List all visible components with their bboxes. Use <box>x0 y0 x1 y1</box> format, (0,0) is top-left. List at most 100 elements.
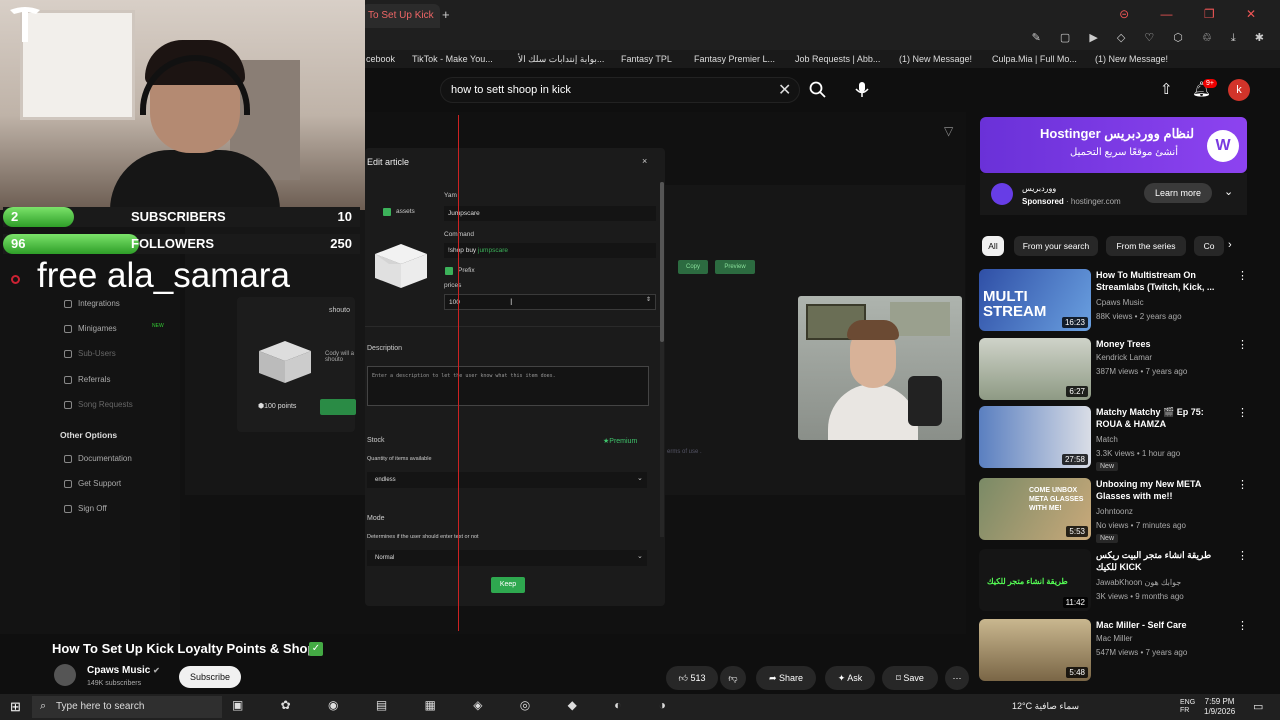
taskbar-app-icons[interactable]: ▣ ✿ ◉ ▤ ▦ ◈ ◎ ◆ ◐ ◑ <box>232 698 683 712</box>
chevron-down-icon[interactable]: ⌄ <box>637 552 643 560</box>
bookmark-item[interactable]: Fantasy Premier L... <box>694 54 775 64</box>
video-title[interactable]: طريقة انشاء متجر البيت ريكس للكيك KICK <box>1096 549 1231 573</box>
account-avatar[interactable]: k <box>1228 79 1250 101</box>
video-thumbnail[interactable]: 5:48 <box>979 619 1091 681</box>
search-input[interactable]: how to sett shoop in kick <box>440 77 800 103</box>
preview-button[interactable]: Preview <box>715 260 755 274</box>
save-button[interactable]: ⌑ Save <box>882 666 938 690</box>
sidebar-item-minigames[interactable]: Minigames <box>78 324 117 333</box>
chevron-down-icon[interactable]: ⌄ <box>637 474 643 482</box>
sidebar-item-referrals[interactable]: Referrals <box>78 375 110 384</box>
video-thumbnail[interactable]: 6:27 <box>979 338 1091 400</box>
video-title[interactable]: Money Trees <box>1096 338 1231 350</box>
video-thumbnail[interactable]: COME UNBOX META GLASSES WITH ME! 5:53 <box>979 478 1091 540</box>
video-thumbnail[interactable]: طريقة انشاء متجر للكيك 11:42 <box>979 549 1091 611</box>
chip-more[interactable]: Co <box>1194 236 1224 256</box>
command-field[interactable]: !shop buy jumpscare <box>444 243 656 258</box>
keep-button[interactable]: Keep <box>491 577 525 593</box>
mode-select[interactable]: Normal <box>367 550 647 566</box>
recommended-video[interactable]: 6:27 Money Trees Kendrick Lamar 387M vie… <box>979 338 1269 400</box>
more-vert-icon[interactable]: ⋮ <box>1237 549 1248 562</box>
video-channel[interactable]: JawabKhoon جوابك هون <box>1096 578 1181 587</box>
bookmark-item[interactable]: Culpa.Mia | Full Mo... <box>992 54 1077 64</box>
more-vert-icon[interactable]: ⋮ <box>1237 619 1248 632</box>
recommended-video[interactable]: COME UNBOX META GLASSES WITH ME! 5:53 Un… <box>979 478 1269 543</box>
more-vert-icon[interactable]: ⋮ <box>1237 269 1248 282</box>
bookmark-item[interactable]: Job Requests | Abb... <box>795 54 880 64</box>
video-title[interactable]: Unboxing my New META Glasses with me!! <box>1096 478 1231 502</box>
new-tab-icon[interactable]: + <box>442 7 450 22</box>
recommended-video[interactable]: 5:48 Mac Miller - Self Care Mac Miller 5… <box>979 619 1269 681</box>
chip-from-search[interactable]: From your search <box>1014 236 1098 256</box>
extension-icons[interactable]: ✎ ▢ ▶ ◇ ♡ ⬡ ♲ ⤓ ✱ <box>1032 31 1272 45</box>
language-indicator[interactable]: ENG FR <box>1180 699 1195 715</box>
weather-widget[interactable]: 12°C سماء صافية <box>1012 701 1079 712</box>
sidebar-item-sign-off[interactable]: Sign Off <box>78 504 107 513</box>
upload-icon[interactable]: ⇧ <box>1160 80 1173 98</box>
more-actions-button[interactable]: ⋯ <box>945 666 969 690</box>
like-button[interactable]: 👍︎ 513 <box>666 666 718 690</box>
sidebar-item-documentation[interactable]: Documentation <box>78 454 132 463</box>
video-title[interactable]: How To Multistream On Streamlabs (Twitch… <box>1096 269 1231 293</box>
clear-search-icon[interactable]: ✕ <box>778 80 791 100</box>
bookmark-item[interactable]: cebook <box>366 54 395 64</box>
bookmark-item[interactable]: بوابة إنتدابات سلك الأ... <box>518 54 604 65</box>
chip-all[interactable]: All <box>982 236 1004 256</box>
bookmark-item[interactable]: (1) New Message! <box>899 54 972 64</box>
video-thumbnail[interactable]: 27:58 <box>979 406 1091 468</box>
prices-field[interactable]: 100 <box>444 294 656 310</box>
prefix-checkbox[interactable] <box>445 267 453 275</box>
channel-name[interactable]: Cpaws Music ✔ <box>87 665 160 676</box>
chevron-down-icon[interactable]: ⌄ <box>1224 185 1233 198</box>
share-button[interactable]: ➦ Share <box>756 666 816 690</box>
buy-button[interactable] <box>320 399 356 415</box>
description-textarea[interactable]: Enter a description to let the user know… <box>367 366 649 406</box>
streamer-logo <box>8 4 42 44</box>
ask-button[interactable]: ✦ Ask <box>825 666 875 690</box>
more-vert-icon[interactable]: ⋮ <box>1237 478 1248 491</box>
video-channel[interactable]: Match <box>1096 435 1118 444</box>
dislike-button[interactable]: 👎︎ <box>720 666 746 690</box>
more-vert-icon[interactable]: ⋮ <box>1237 406 1248 419</box>
tab-active[interactable]: To Set Up Kick <box>362 4 440 28</box>
video-title[interactable]: Mac Miller - Self Care <box>1096 619 1231 631</box>
bookmark-item[interactable]: TikTok - Make You... <box>412 54 493 64</box>
search-icon[interactable] <box>808 80 828 100</box>
subscribe-button[interactable]: Subscribe <box>179 666 241 688</box>
window-controls[interactable]: ⊝ — ❐ ✕ <box>1119 7 1270 21</box>
windows-start-icon[interactable]: ⊞ <box>10 699 21 715</box>
more-vert-icon[interactable]: ⋮ <box>1237 338 1248 351</box>
chevron-right-icon[interactable]: › <box>1228 239 1232 251</box>
stepper-icon[interactable]: ⇕ <box>646 296 651 303</box>
channel-avatar[interactable] <box>54 664 76 686</box>
copy-button[interactable]: Copy <box>678 260 708 274</box>
taskbar-search-input[interactable]: Type here to search <box>32 696 222 718</box>
assets-checkbox[interactable] <box>383 208 391 216</box>
video-thumbnail[interactable]: MULTI STREAM 16:23 <box>979 269 1091 331</box>
video-meta: 547M views • 7 years ago <box>1096 648 1188 657</box>
clock[interactable]: 7:59 PM 1/9/2026 <box>1204 697 1235 717</box>
notification-center-icon[interactable]: ▭ <box>1253 700 1263 713</box>
chip-from-series[interactable]: From the series <box>1106 236 1186 256</box>
sidebar-item-song-requests[interactable]: Song Requests <box>78 400 133 409</box>
video-channel[interactable]: Mac Miller <box>1096 634 1132 643</box>
video-channel[interactable]: Johntoonz <box>1096 507 1133 516</box>
video-title[interactable]: Matchy Matchy 🎬 Ep 75: ROUA & HAMZA <box>1096 406 1231 430</box>
close-icon[interactable]: × <box>642 156 647 166</box>
bookmark-item[interactable]: (1) New Message! <box>1095 54 1168 64</box>
bookmark-item[interactable]: Fantasy TPL <box>621 54 672 64</box>
recommended-video[interactable]: MULTI STREAM 16:23 How To Multistream On… <box>979 269 1269 331</box>
filter-icon[interactable]: ▽ <box>944 124 953 138</box>
microphone-icon[interactable] <box>852 79 872 99</box>
learn-more-button[interactable]: Learn more <box>1144 183 1212 203</box>
video-channel[interactable]: Kendrick Lamar <box>1096 353 1152 362</box>
recommended-video[interactable]: 27:58 Matchy Matchy 🎬 Ep 75: ROUA & HAMZ… <box>979 406 1269 471</box>
name-field[interactable]: Jumpscare <box>444 206 656 221</box>
recommended-video[interactable]: طريقة انشاء متجر للكيك 11:42 طريقة انشاء… <box>979 549 1269 611</box>
video-channel[interactable]: Cpaws Music <box>1096 298 1144 307</box>
stock-select[interactable]: endless <box>367 472 647 488</box>
sidebar-item-integrations[interactable]: Integrations <box>78 299 120 308</box>
sidebar-item-sub-users[interactable]: Sub-Users <box>78 349 116 358</box>
sidebar-item-get-support[interactable]: Get Support <box>78 479 121 488</box>
modal-scroll-thumb[interactable] <box>660 182 664 342</box>
